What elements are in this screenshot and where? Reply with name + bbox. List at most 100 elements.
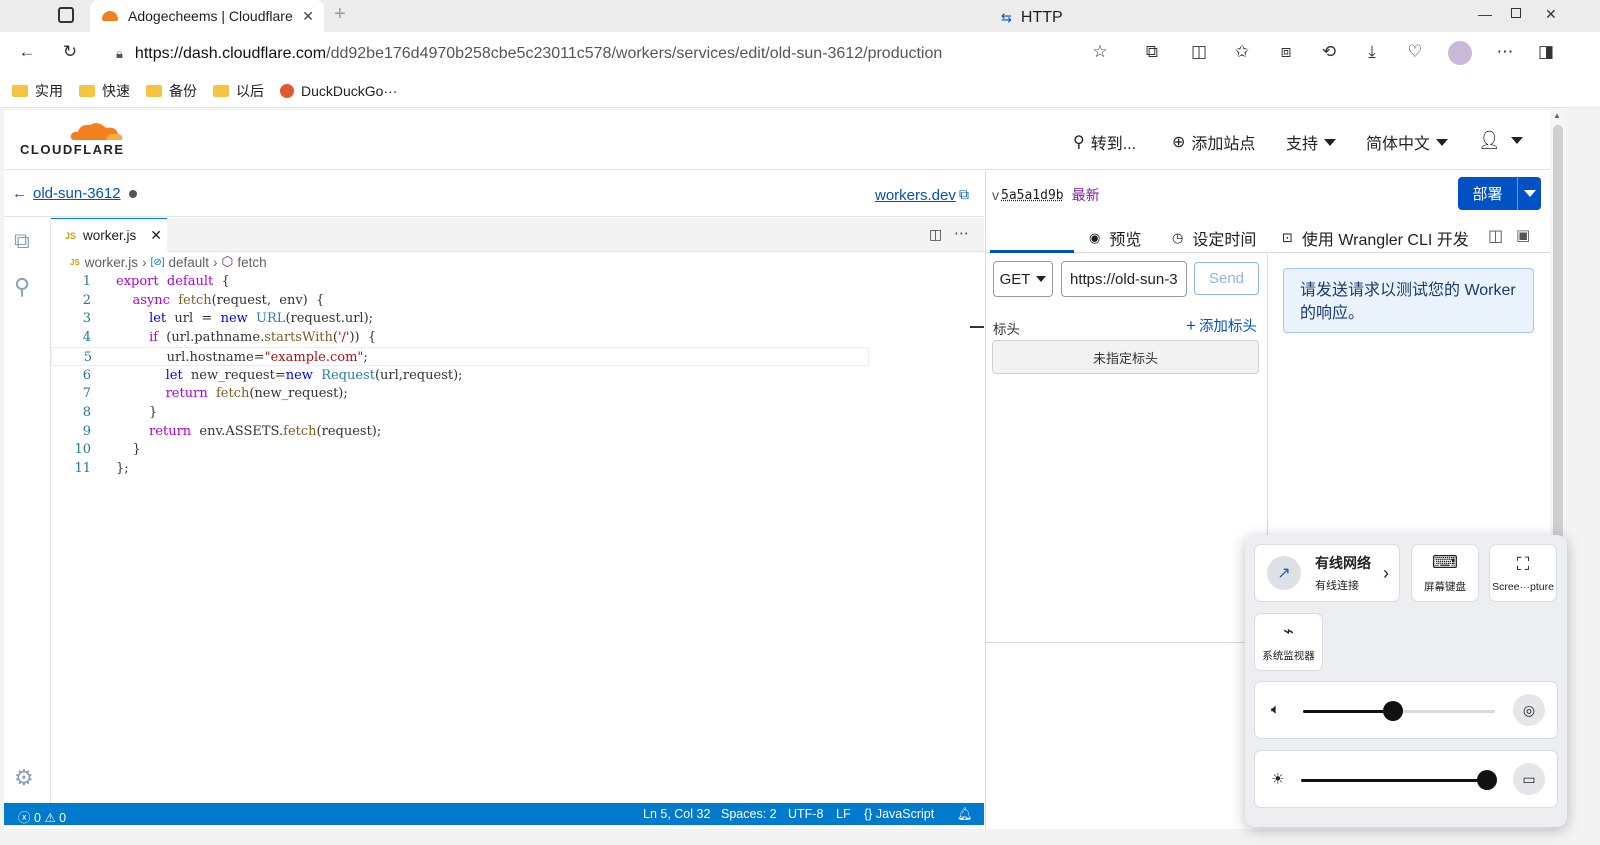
language-mode[interactable]: {} JavaScript [864, 807, 934, 821]
bookmark-item[interactable]: DuckDuckGo··· [280, 83, 397, 99]
workers-dev-link[interactable]: workers.dev [875, 187, 956, 204]
problems-indicator[interactable]: ⓧ 0 ⚠ 0 [18, 807, 66, 826]
code-line[interactable]: 7 return fetch(new_request); [51, 384, 969, 403]
code-text: return fetch(new_request); [165, 386, 348, 402]
close-tab-icon[interactable]: ✕ [302, 8, 314, 25]
code-line[interactable]: 6 let new_request=new Request(url,reques… [51, 366, 969, 385]
speaker-icon[interactable]: 🔈︎ [1271, 701, 1280, 718]
goto-search[interactable]: ⚲ 转到... [1073, 130, 1136, 154]
screen-capture-tile[interactable]: ⛶ Scree···pture [1489, 544, 1557, 602]
toggle-docs-icon[interactable]: ◫ [1488, 226, 1503, 246]
code-text: let new_request=new Request(url,request)… [165, 367, 463, 383]
brightness-knob[interactable] [1477, 770, 1497, 790]
code-line[interactable]: 11}; [51, 459, 969, 478]
code-line[interactable]: 9 return env.ASSETS.fetch(request); [51, 422, 969, 441]
files-icon[interactable]: ⧉ [14, 228, 30, 254]
tab-schedule[interactable]: ◷ 设定时间 [1172, 226, 1256, 250]
volume-knob[interactable] [1383, 701, 1403, 721]
extensions-icon[interactable]: ⧉ [1141, 42, 1163, 62]
address-bar[interactable]: 🔒︎ https://dash.cloudflare.com/dd92be176… [98, 37, 1126, 70]
system-monitor-tile[interactable]: ⌁ 系统监视器 [1254, 613, 1323, 671]
discord-icon[interactable]: ▣ [1516, 226, 1530, 244]
language-menu[interactable]: 简体中文 [1366, 130, 1449, 154]
support-menu[interactable]: 支持 [1286, 130, 1337, 154]
deploy-options-dropdown[interactable] [1517, 177, 1541, 210]
javascript-file-icon: JS [65, 230, 77, 241]
bookmark-item[interactable]: 实用 [12, 81, 63, 101]
on-screen-keyboard-tile[interactable]: ⌨ 屏幕键盘 [1411, 544, 1479, 602]
indentation[interactable]: Spaces: 2 [721, 807, 777, 821]
breadcrumb-default[interactable]: default [169, 255, 210, 270]
code-line[interactable]: 5 url.hostname="example.com"; [51, 346, 869, 366]
performance-icon[interactable]: ♡ [1404, 42, 1426, 62]
tab-preview[interactable]: ◉ 预览 [1089, 226, 1141, 250]
panel-divider-horizontal[interactable] [986, 642, 1246, 643]
code-line[interactable]: 3 let url = new URL(request.url); [51, 309, 969, 328]
sidebar-toggle-icon[interactable] [58, 7, 74, 23]
scroll-up-icon[interactable]: ▲ [1553, 111, 1561, 120]
bookmark-item[interactable]: 备份 [146, 81, 197, 101]
braces-icon: {} [864, 807, 873, 821]
folder-icon [213, 84, 229, 97]
search-icon[interactable]: ⚲ [14, 274, 30, 300]
profile-avatar[interactable] [1448, 41, 1472, 65]
settings-gear-icon[interactable]: ⚙ [14, 765, 34, 791]
code-line[interactable]: 4 if (url.pathname.startsWith('/')) { [51, 328, 969, 347]
wired-network-tile[interactable]: ↗ 有线网络 有线连接 › [1254, 544, 1400, 602]
minimize-icon[interactable]: — [1478, 6, 1492, 22]
user-menu[interactable]: 👤︎ [1478, 130, 1523, 151]
more-menu-icon[interactable]: ⋯ [1494, 42, 1516, 62]
chevron-right-icon[interactable]: › [1383, 563, 1389, 584]
reload-icon[interactable]: ↻ [59, 42, 81, 62]
browser-tab-active[interactable]: Adogecheems | Cloudflare ✕ [90, 0, 324, 32]
deploy-button[interactable]: 部署 [1458, 177, 1541, 210]
breadcrumb-fetch[interactable]: fetch [237, 255, 266, 270]
end-of-line[interactable]: LF [836, 807, 851, 821]
cursor-position[interactable]: Ln 5, Col 32 [643, 807, 710, 821]
downloads-icon[interactable]: ⤓ [1361, 42, 1383, 62]
back-to-worker-link[interactable]: ← old-sun-3612 [12, 185, 137, 202]
request-url-input[interactable] [1061, 261, 1187, 297]
code-line[interactable]: 1 export default { [51, 272, 969, 291]
notifications-bell-icon[interactable]: 🔔︎ [957, 807, 973, 822]
breadcrumb-file[interactable]: worker.js [85, 255, 138, 270]
close-window-icon[interactable]: ✕ [1545, 6, 1557, 23]
version-hash[interactable]: 5a5a1d9b [1001, 188, 1064, 203]
history-icon[interactable]: ⟲ [1318, 42, 1340, 62]
clock-icon: ◷ [1172, 230, 1184, 245]
encoding[interactable]: UTF-8 [788, 807, 823, 821]
file-tab-worker-js[interactable]: JS worker.js ✕ [51, 218, 167, 252]
close-tab-icon[interactable]: ✕ [150, 227, 162, 244]
code-line[interactable]: 10 } [51, 440, 969, 459]
split-editor-icon[interactable]: ◫ [929, 226, 942, 243]
add-header-button[interactable]: + 添加标头 [1186, 315, 1257, 336]
brightness-slider[interactable] [1301, 770, 1497, 790]
tab-wrangler-cli[interactable]: ⊡ 使用 Wrangler CLI 开发 [1282, 226, 1469, 250]
bookmark-item[interactable]: 快速 [79, 81, 130, 101]
new-tab-button[interactable]: + [334, 3, 346, 26]
favorite-star-icon[interactable]: ☆ [1089, 42, 1111, 62]
maximize-icon[interactable] [1511, 8, 1521, 18]
volume-slider[interactable] [1303, 701, 1495, 721]
send-button[interactable]: Send [1194, 262, 1259, 295]
display-button[interactable]: ▭ [1513, 763, 1545, 795]
sidebar-panel-icon[interactable]: ◨ [1535, 42, 1557, 62]
http-method-select[interactable]: GET [993, 261, 1053, 297]
split-screen-icon[interactable]: ◫ [1188, 42, 1210, 62]
back-icon[interactable]: ← [16, 42, 38, 62]
favorites-icon[interactable]: ✩ [1231, 42, 1253, 62]
cloudflare-logo[interactable]: CLOUDFLARE [20, 118, 130, 158]
code-text: if (url.pathname.startsWith('/')) { [149, 330, 377, 346]
code-line[interactable]: 2 async fetch(request, env) { [51, 291, 969, 310]
code-line[interactable]: 8 } [51, 403, 969, 422]
external-link-icon[interactable]: ⧉ [959, 186, 969, 203]
line-number: 4 [82, 330, 91, 346]
add-site-button[interactable]: ⊕ 添加站点 [1172, 130, 1255, 154]
bookmark-item[interactable]: 以后 [213, 81, 264, 101]
warning-icon: ⚠ [44, 811, 56, 825]
collections-icon[interactable]: ⧈ [1275, 42, 1297, 62]
tab-http[interactable]: ⇆ HTTP [1001, 9, 1063, 27]
code-editor[interactable]: 1 export default {2 async fetch(request, … [51, 272, 984, 802]
audio-output-button[interactable]: ◎ [1513, 694, 1545, 726]
more-actions-icon[interactable]: ⋯ [954, 224, 969, 242]
